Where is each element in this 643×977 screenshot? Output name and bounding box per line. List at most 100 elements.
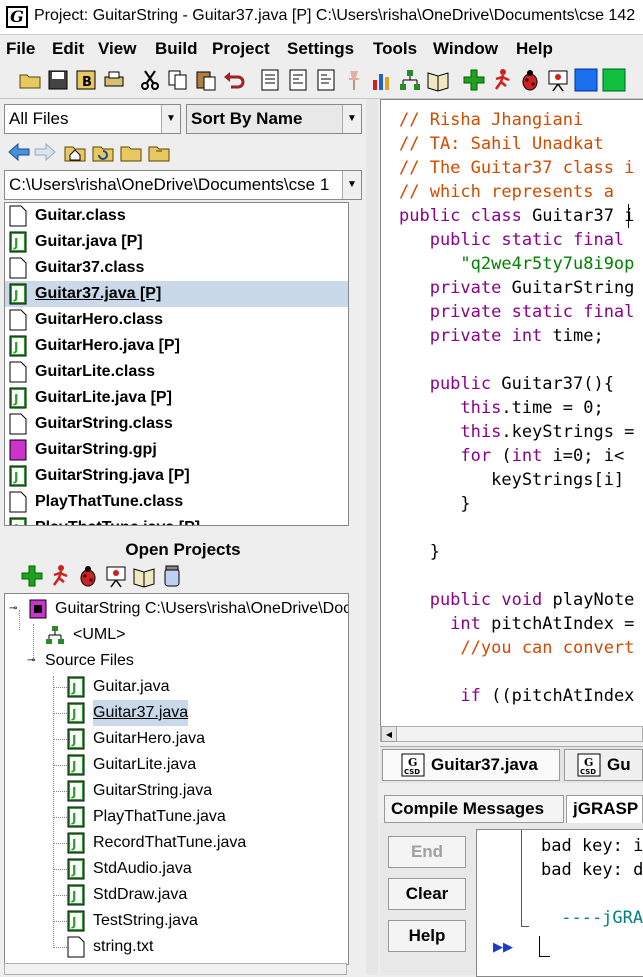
file-list-item[interactable]: J Guitar37.java [P] [5,281,348,307]
csd-file-icon: GCSD [577,753,601,777]
path-select[interactable]: C:\Users\risha\OneDrive\Documents\cse 1 … [4,170,362,200]
end-button[interactable]: End [388,836,466,868]
book-icon[interactable] [424,66,452,94]
tree-line [53,817,67,818]
save-icon[interactable] [44,66,72,94]
code-editor[interactable]: // Risha Jhangiani // TA: Sahil Unadkat //… [380,99,643,728]
green-square-icon[interactable] [600,66,628,94]
split-divider[interactable] [366,99,378,975]
menu-view[interactable]: View [98,39,136,59]
code-token: for [399,446,502,466]
scroll-left-icon[interactable]: ◀ [381,726,397,742]
project-tree: ⊸ GuitarString C:\Users\risha\OneDrive\D… [4,593,349,965]
tree-line [53,895,67,896]
new-folder-icon[interactable] [146,140,172,164]
tab-second-doc[interactable]: G CSD Gu [564,749,643,781]
add-icon[interactable] [460,66,488,94]
file-list-item[interactable]: J GuitarString.java [P] [5,463,348,489]
uml-icon[interactable] [396,66,424,94]
tree-line [53,843,67,844]
file-list-item[interactable]: J PlayThatTune.java [P] [5,515,348,525]
menu-tools[interactable]: Tools [373,39,417,59]
tab-guitar37-java[interactable]: G CSD Guitar37.java [382,749,560,781]
doc2-icon[interactable] [284,66,312,94]
forward-icon[interactable] [32,140,58,164]
help-button[interactable]: Help [388,920,466,952]
file-list-scrollbar[interactable]: ▲ ▼ [348,203,349,525]
file-list-item[interactable]: J Guitar.java [P] [5,229,348,255]
blue-square-icon[interactable] [572,66,600,94]
svg-text:J: J [71,889,76,903]
run-icon[interactable] [488,66,516,94]
print-icon[interactable] [100,66,128,94]
uml-label: <UML> [73,626,126,643]
svg-text:J: J [71,733,76,747]
backup-icon[interactable]: B [72,66,100,94]
file-list-item[interactable]: GuitarHero.class [5,307,348,333]
folder-icon[interactable] [118,140,144,164]
copy-icon[interactable] [164,66,192,94]
debug-icon[interactable] [74,562,102,590]
editor-hscrollbar[interactable]: ◀ [380,726,643,742]
source-files-label: Source Files [45,652,134,669]
file-filter-select[interactable]: All Files ▼ [4,104,181,134]
tab-compile-messages[interactable]: Compile Messages [384,795,564,823]
file-list-item[interactable]: J GuitarLite.java [P] [5,385,348,411]
menu-settings[interactable]: Settings [287,39,354,59]
menu-window[interactable]: Window [433,39,498,59]
clear-button[interactable]: Clear [388,878,466,910]
back-icon[interactable] [6,140,32,164]
debug-icon[interactable] [516,66,544,94]
message-tabs: Compile Messages jGRASP [380,791,643,823]
doc3-icon[interactable] [312,66,340,94]
tree-line [53,713,67,714]
svg-text:J: J [13,470,18,484]
sort-value: Sort By Name [191,109,303,128]
code-token: if [399,686,492,706]
file-list-item[interactable]: Guitar.class [5,203,348,229]
chevron-down-icon: ▼ [342,171,361,199]
file-list-item[interactable]: GuitarString.gpj [5,437,348,463]
file-list-item[interactable]: J GuitarHero.java [P] [5,333,348,359]
menu-build[interactable]: Build [155,39,198,59]
file-list-item[interactable]: GuitarLite.class [5,359,348,385]
undo-icon[interactable] [220,66,248,94]
code-token: ((pitchAtIndex [491,686,635,706]
menu-help[interactable]: Help [516,39,553,59]
file-list-item[interactable]: Guitar37.class [5,255,348,281]
file-list-item[interactable]: PlayThatTune.class [5,489,348,515]
refresh-icon[interactable] [90,140,116,164]
cut-icon[interactable] [136,66,164,94]
doc-icon[interactable] [256,66,284,94]
svg-text:J: J [13,236,18,250]
file-name: PlayThatTune.java [P] [35,515,200,525]
svg-text:J: J [71,681,76,695]
project-tree-hscrollbar[interactable] [4,963,347,975]
menu-edit[interactable]: Edit [52,39,84,59]
present-icon[interactable] [544,66,572,94]
menu-project[interactable]: Project [212,39,270,59]
code-line: public Guitar37(){ [399,372,614,396]
open-folder-icon[interactable] [16,66,44,94]
project-tree-scrollbar[interactable]: ▲ [348,594,349,964]
chart-icon[interactable] [368,66,396,94]
collapse-toggle-icon[interactable]: ⊸ [9,596,17,622]
jar-icon[interactable] [158,562,186,590]
home-folder-icon[interactable] [62,140,88,164]
sort-select[interactable]: Sort By Name ▼ [186,104,362,134]
run-icon[interactable] [46,562,74,590]
code-line: for (int i=0; i< [399,444,624,468]
file-list-item[interactable]: GuitarString.class [5,411,348,437]
paste-icon[interactable] [192,66,220,94]
file-name: Guitar37.java [P] [35,285,162,302]
present-icon[interactable] [102,562,130,590]
add-icon[interactable] [18,562,46,590]
file-name: GuitarString.gpj [35,441,157,458]
collapse-toggle-icon[interactable]: ⊸ [27,648,35,674]
tree-line [53,869,67,870]
console-output[interactable]: bad key: i bad key: d ----jGRAS ▶▶ [476,829,643,977]
menu-file[interactable]: File [6,39,35,59]
tab-jgrasp-messages[interactable]: jGRASP [566,795,643,823]
book-icon[interactable] [130,562,158,590]
pin-icon[interactable] [340,66,368,94]
